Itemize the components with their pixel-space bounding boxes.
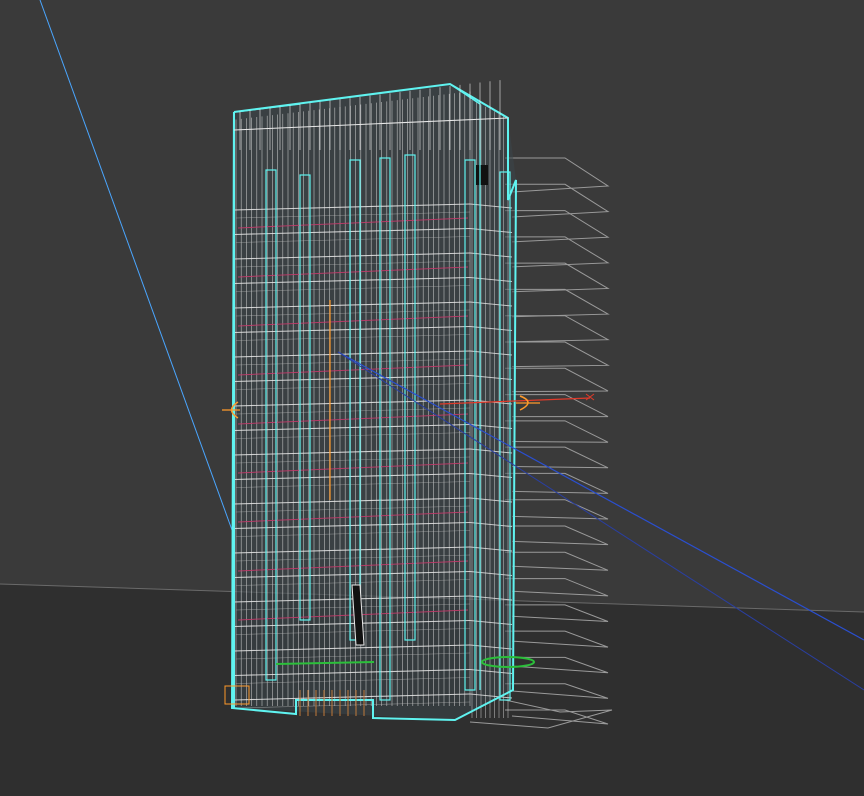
tower-building[interactable] bbox=[224, 80, 535, 722]
viewport-scene[interactable] bbox=[0, 0, 864, 796]
3d-viewport[interactable] bbox=[0, 0, 864, 796]
roof-opening bbox=[476, 165, 488, 185]
